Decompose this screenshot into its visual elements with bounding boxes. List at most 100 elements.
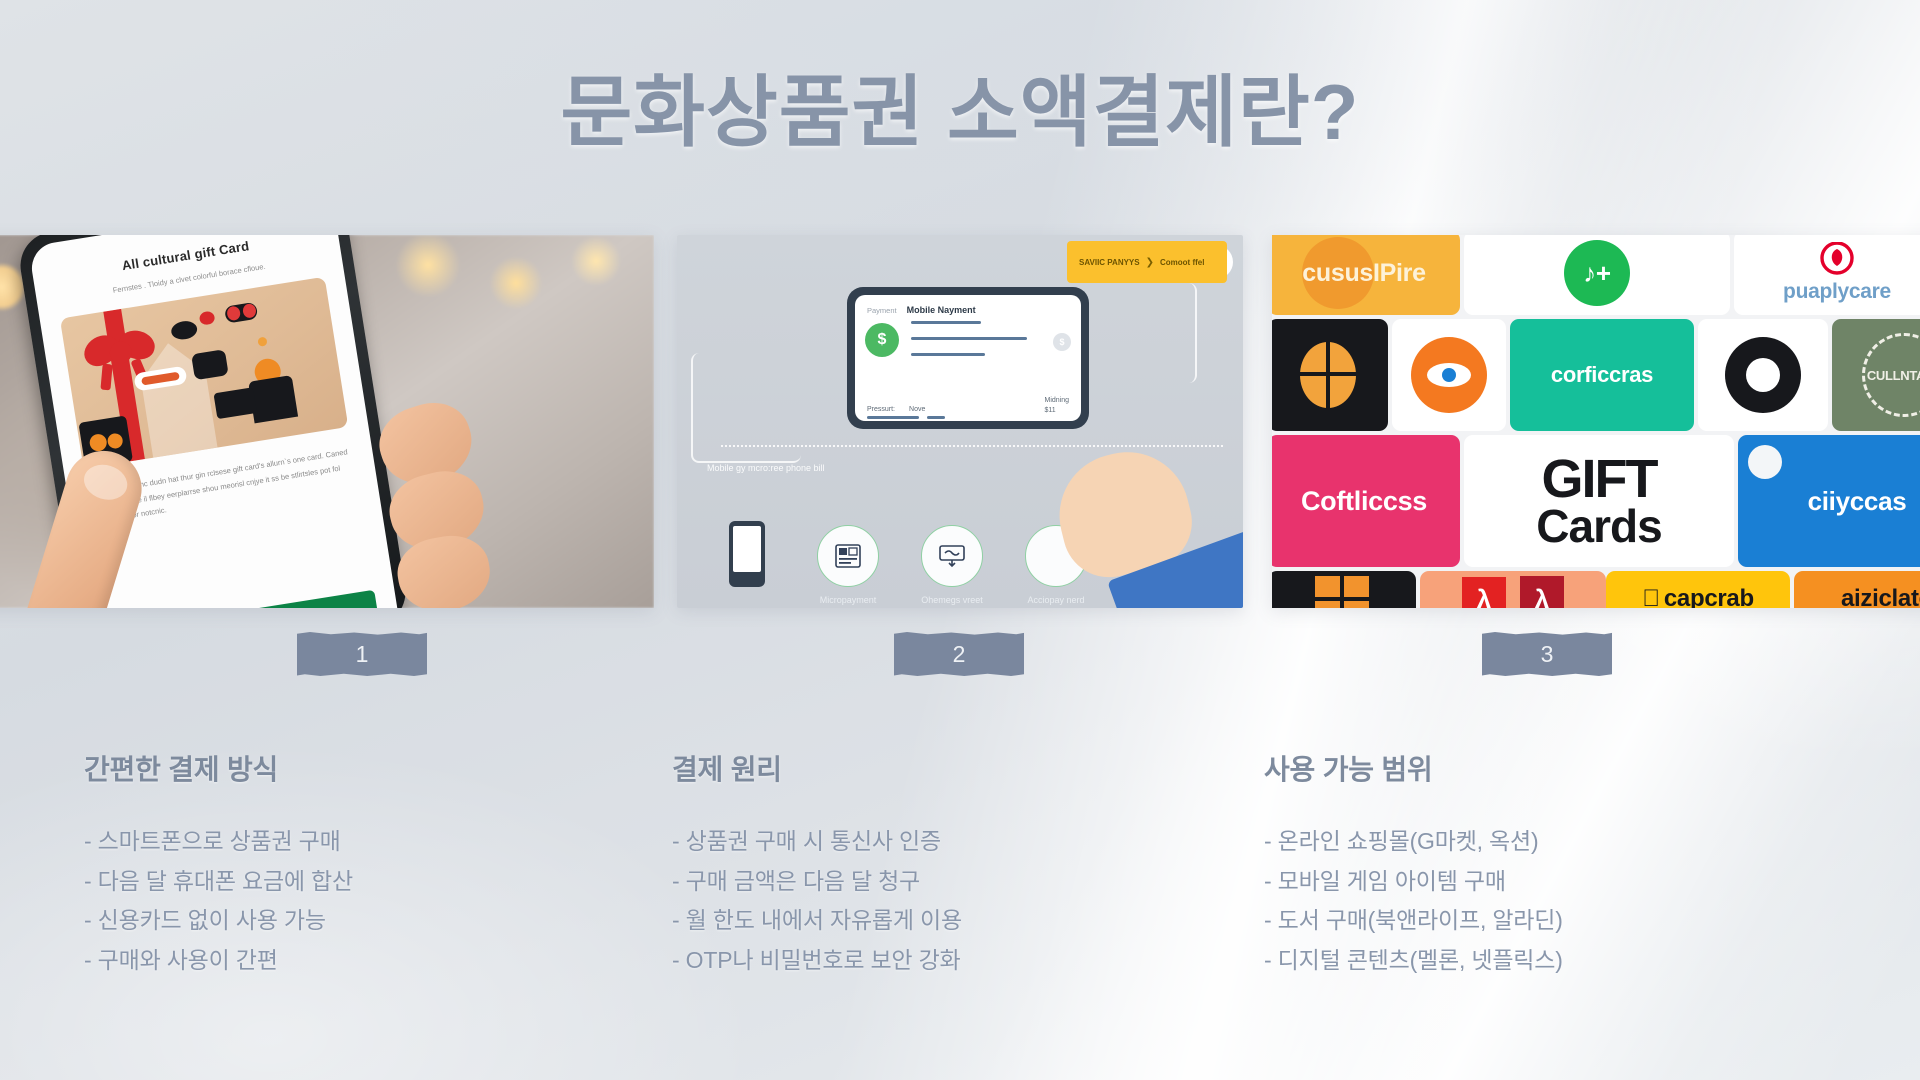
connector-right [1101, 283, 1197, 383]
brand-tile-7-label: corficcras [1550, 362, 1654, 387]
slide-root: 문화상품권 소액결제란? All cultural gift Card Fern… [0, 0, 1920, 1080]
cards-headline: Cards [1536, 499, 1662, 552]
placeholder-line-1 [911, 321, 981, 324]
sunburst-logo-icon [1725, 337, 1801, 413]
footer-label-1: Pressurt: [867, 406, 896, 413]
receipt-icon [835, 544, 861, 568]
placeholder-line-2 [911, 337, 1027, 340]
list-item: - 도서 구매(북앤라이프, 알라딘) [1264, 907, 1563, 934]
list-item: - 다음 달 휴대폰 요금에 합산 [84, 867, 353, 894]
abstract-logo-icon [1300, 342, 1356, 408]
brand-tile-8 [1698, 319, 1828, 431]
eye-logo-icon [1411, 337, 1487, 413]
brand-tile-9: CULLNTALE [1832, 319, 1920, 431]
brand-tile-12 [1272, 571, 1416, 608]
payment-label: Payment [867, 306, 897, 315]
brand-tile-7: corficcras [1510, 319, 1694, 431]
list-item: - 구매 금액은 다음 달 청구 [672, 867, 921, 894]
brand-tile-6 [1392, 319, 1506, 431]
payment-header: Payment Mobile Nayment [867, 305, 1069, 315]
brand-tile-11-label: ciiyccas [1807, 485, 1907, 516]
step-badge-2: 2 [894, 632, 1024, 676]
pointing-hand [1046, 439, 1243, 608]
apple-icon:  [1642, 585, 1660, 608]
brand-tile-5 [1272, 319, 1388, 431]
brand-tile-15: aiziclato [1794, 571, 1920, 608]
brand-tile-headline: GIFT Cards [1464, 435, 1734, 567]
app-cta-button[interactable]: LGYT AN NORE [109, 589, 381, 608]
footer-label-2: Nove [909, 406, 926, 413]
amount-value: $11 [1044, 406, 1056, 414]
amount-label: Midning [1044, 397, 1069, 405]
flower-logo-icon [1820, 242, 1854, 275]
column-1-heading: 간편한 결제 방식 [84, 754, 279, 785]
step-badge-1: 1 [297, 632, 427, 676]
column-2-heading: 결제 원리 [672, 754, 782, 785]
list-item: - 스마트폰으로 상품권 구매 [84, 828, 341, 854]
giftcard-illustration [59, 276, 349, 469]
list-item: - 신용카드 없이 사용 가능 [84, 907, 326, 934]
column-1-list: - 스마트폰으로 상품권 구매 - 다음 달 휴대폰 요금에 합산 - 신용카드… [84, 822, 604, 980]
payment-screen: Payment Mobile Nayment $ $ Pressurt: Nov… [855, 295, 1081, 421]
icon-circle-2 [921, 525, 983, 587]
moon-icon [1424, 449, 1432, 467]
icon-label-1-sub: nln payment [823, 607, 872, 608]
column-2-list: - 상품권 구매 시 통신사 인증 - 구매 금액은 다음 달 청구 - 월 한… [672, 822, 1192, 980]
payment-footer: Pressurt: Nove [867, 406, 925, 413]
brand-tile-1-label: cususIPire [1302, 258, 1426, 287]
icon-label-2: Ohemegs vreet micropayment [897, 595, 1007, 608]
music-note-icon: ♪+ [1564, 240, 1630, 306]
photo-payment-infographic: SAVIIC PANYYS ❯ Comoot ffel Payment Mobi… [677, 235, 1243, 608]
photo-giftcard-grid: cususIPire ♪+ puaplycare TEILOIT [1272, 235, 1920, 608]
page-title: 문화상품권 소액결제란? [560, 68, 1360, 156]
pdf-shield-icon: λ [1520, 576, 1564, 608]
list-item: - 구매와 사용이 간편 [84, 946, 278, 973]
list-item: - OTP나 비밀번호로 보안 강화 [672, 946, 961, 973]
mask-dot [169, 319, 199, 342]
brand-tile-3-label: puaplycare [1783, 280, 1891, 303]
column-3-list: - 온라인 쇼핑몰(G마켓, 옥션) - 모바일 게임 아이템 구매 - 도서 … [1264, 822, 1824, 980]
brand-tile-3: puaplycare [1734, 235, 1920, 315]
infographic-caption: Mobile gy mcro:ree phone bill [707, 463, 825, 473]
avatar-icon [1748, 445, 1782, 479]
brand-tile-2: ♪+ [1464, 235, 1730, 315]
column-3-heading: 사용 가능 범위 [1264, 754, 1433, 785]
sun-dot [257, 336, 268, 348]
step-badge-3: 3 [1482, 632, 1612, 676]
wallet-dot [213, 387, 258, 420]
payment-amount: Midning $11 [1044, 396, 1069, 415]
camera-dot [191, 349, 229, 381]
brand-tile-1: cususIPire [1272, 235, 1460, 315]
brand-tile-11: ciiyccas [1738, 435, 1920, 567]
column-1: 간편한 결제 방식 - 스마트폰으로 상품권 구매 - 다음 달 휴대폰 요금에… [84, 748, 604, 980]
chevron-right-icon: ❯ [1145, 256, 1154, 268]
brand-tile-10-label: Coftliccss [1300, 485, 1428, 516]
list-item: - 온라인 쇼핑몰(G마켓, 옥션) [1264, 828, 1539, 854]
brand-tile-14-label: capcrab [1655, 585, 1754, 608]
thumb-nail [79, 459, 132, 505]
dollar-coin-icon: $ [865, 323, 899, 357]
column-2: 결제 원리 - 상품권 구매 시 통신사 인증 - 구매 금액은 다음 달 청구… [672, 748, 1192, 980]
pdf-icon: λ [1462, 577, 1506, 608]
placeholder-line-3 [911, 353, 985, 356]
icon-label-1-main: Micropayment [819, 595, 877, 605]
dollar-coin-small-icon: $ [1053, 333, 1071, 351]
list-item: - 모바일 게임 아이템 구매 [1264, 867, 1506, 894]
footer-underline-2 [927, 416, 945, 419]
tag-left-label: SAVIIC PANYYS [1079, 257, 1140, 267]
icon-circle-1 [817, 525, 879, 587]
icon-label-1: Micropayment nln payment [793, 595, 903, 608]
photo-smartphone-giftcard: All cultural gift Card Fernstes . Tloidy… [0, 235, 654, 608]
column-3: 사용 가능 범위 - 온라인 쇼핑몰(G마켓, 옥션) - 모바일 게임 아이템… [1264, 748, 1824, 980]
heart-dot [198, 310, 216, 326]
gift-headline: GIFT [1541, 449, 1659, 509]
payment-phone: Payment Mobile Nayment $ $ Pressurt: Nov… [847, 287, 1089, 429]
icon-label-2-main: Ohemegs vreet [921, 595, 983, 605]
brand-tile-10: Coftliccss [1272, 435, 1460, 567]
suit-dot [248, 375, 299, 424]
service-tag: SAVIIC PANYYS ❯ Comoot ffel [1067, 241, 1227, 283]
brand-tile-9-label: CULLNTALE [1866, 367, 1920, 383]
icon-label-2-sub: micropayment [924, 607, 981, 608]
footer-underline-1 [867, 416, 919, 419]
brand-tile-15-label: aiziclato [1841, 585, 1920, 608]
